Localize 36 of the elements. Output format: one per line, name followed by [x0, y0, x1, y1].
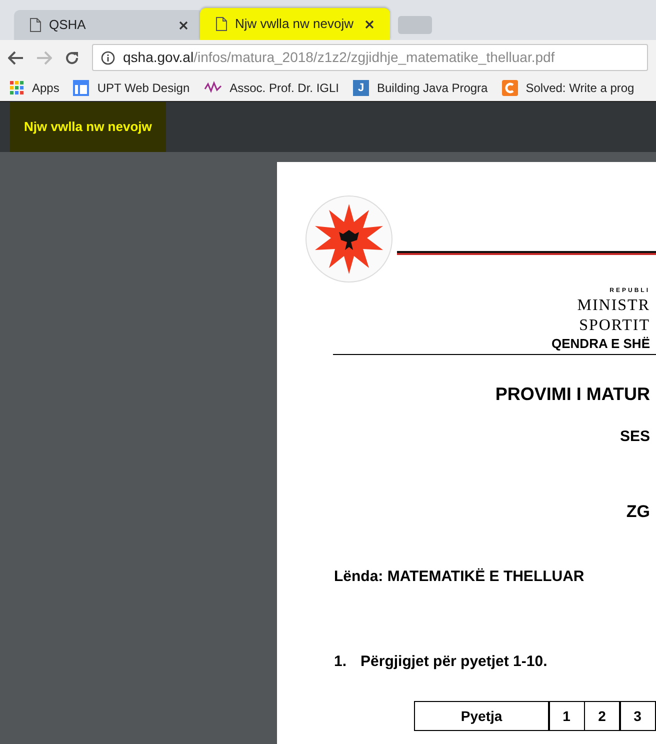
reload-icon[interactable]: [64, 50, 80, 66]
ministry-text: SPORTIT: [579, 316, 650, 336]
centre-text: QENDRA E SHË: [552, 336, 650, 352]
table-header-cell: 1: [548, 701, 586, 731]
close-tab-icon[interactable]: [365, 20, 374, 28]
bookmark-item[interactable]: Assoc. Prof. Dr. IGLI: [204, 79, 339, 97]
section-title: Përgjigjet për pyetjet 1-10.: [360, 652, 548, 672]
bookmark-item[interactable]: UPT Web Design: [73, 79, 190, 97]
browser-tab[interactable]: Njw vwlla nw nevojw: [200, 8, 390, 40]
exam-title: PROVIMI I MATUR: [495, 383, 650, 406]
back-icon[interactable]: [8, 50, 24, 64]
pdf-title: Njw vwlla nw nevojw: [10, 102, 166, 152]
document-icon: [30, 18, 41, 32]
address-field[interactable]: qsha.gov.al/infos/matura_2018/z1z2/zgjidhje_matematike_thelluar.pdf: [92, 44, 648, 71]
c-logo-icon: [502, 80, 518, 96]
bookmark-item[interactable]: Solved: Write a prog: [502, 79, 634, 97]
tab-title: Njw vwlla nw nevojw: [235, 15, 354, 34]
tab-title: QSHA: [49, 16, 87, 34]
table-header-cell: 3: [619, 701, 656, 731]
heading-text: ZG: [626, 500, 650, 522]
document-icon: [216, 17, 227, 31]
wave-logo-icon: [204, 81, 222, 95]
info-icon: [101, 50, 115, 64]
bookmark-item[interactable]: Apps: [10, 79, 60, 97]
ministry-text: MINISTR: [577, 296, 650, 316]
bookmark-item[interactable]: J Building Java Progra: [353, 79, 488, 97]
layout-page-icon: [73, 80, 90, 96]
subject-text: Lënda: MATEMATIKË E THELLUAR: [334, 567, 584, 587]
close-tab-icon[interactable]: [179, 20, 188, 30]
table-header-cell: 2: [584, 701, 621, 731]
apps-grid-icon: [10, 81, 24, 95]
session-text: SES: [620, 427, 650, 447]
section-number: 1.: [334, 652, 347, 672]
url-text: qsha.gov.al/infos/matura_2018/z1z2/zgjidhje_matematike_thelluar.pdf: [123, 48, 555, 67]
j-logo-icon: J: [353, 80, 369, 96]
table-header-cell: Pyetja: [414, 701, 550, 731]
